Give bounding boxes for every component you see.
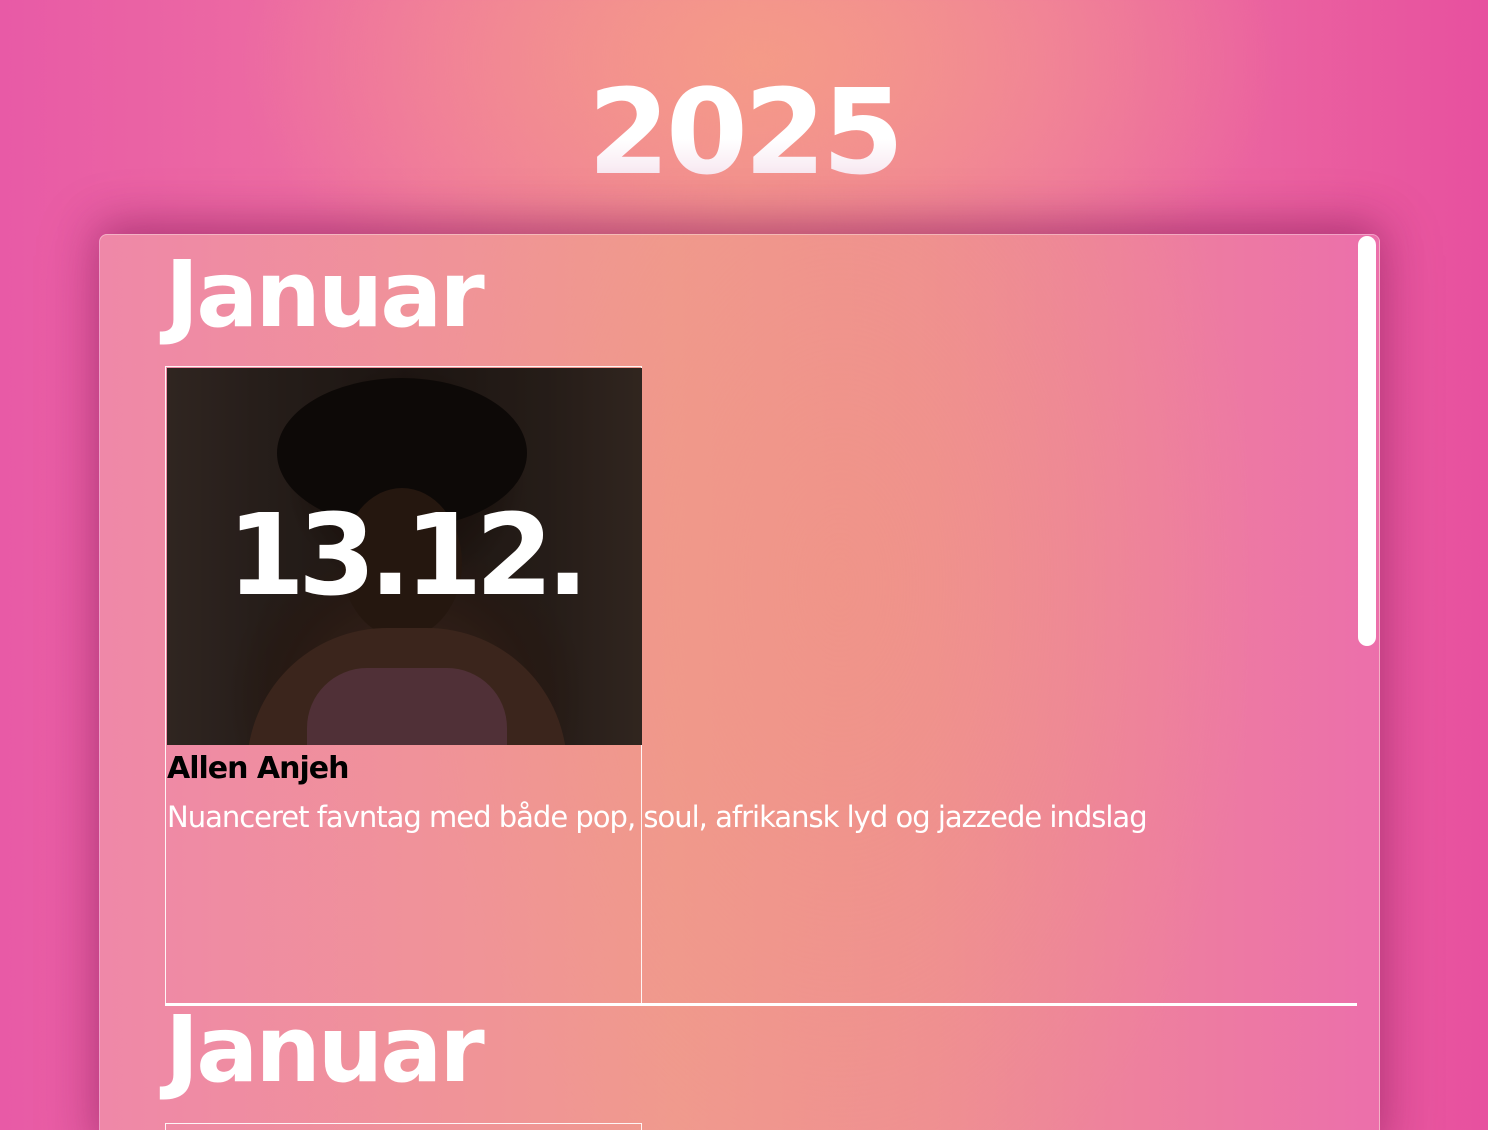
month-heading: Januar xyxy=(165,996,485,1103)
year-heading: 2025 xyxy=(0,62,1488,202)
event-card[interactable] xyxy=(165,1123,642,1130)
event-card[interactable]: 13.12. xyxy=(165,366,642,1004)
panel-scrollbar[interactable] xyxy=(1357,236,1377,646)
event-title: Allen Anjeh xyxy=(167,751,349,786)
artist-photo: 13.12. xyxy=(167,368,642,745)
scrollbar-thumb[interactable] xyxy=(1358,236,1376,646)
event-description: Nuanceret favntag med både pop, soul, af… xyxy=(167,800,1148,834)
month-heading: Januar xyxy=(165,241,485,348)
event-date: 13.12. xyxy=(227,491,589,621)
